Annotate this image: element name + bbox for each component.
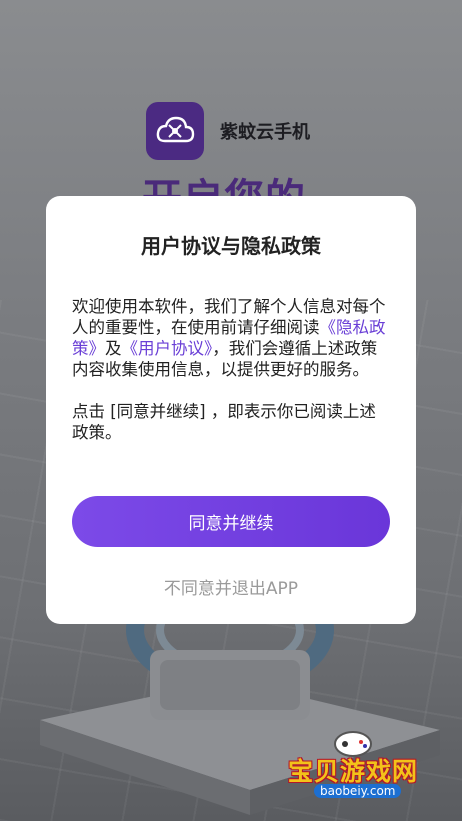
watermark-url: baobeiy.com	[314, 784, 402, 798]
brand-name: 紫蚊云手机	[220, 122, 310, 143]
watermark-title: 宝贝游戏网	[288, 757, 419, 786]
user-agreement-link[interactable]: 《用户协议》	[122, 339, 213, 358]
conjunction-text: 及	[105, 339, 122, 358]
agree-continue-button[interactable]: 同意并继续	[72, 496, 390, 547]
privacy-dialog: 用户协议与隐私政策 欢迎使用本软件，我们了解个人信息对每个人的重要性，在使用前请…	[46, 196, 416, 624]
dialog-title: 用户协议与隐私政策	[141, 234, 321, 258]
decline-exit-button[interactable]: 不同意并退出APP	[46, 574, 416, 599]
app-logo-icon	[146, 102, 204, 160]
dialog-body-paragraph: 欢迎使用本软件，我们了解个人信息对每个人的重要性，在使用前请仔细阅读《隐私政策》…	[72, 296, 392, 380]
watermark: 宝贝游戏网 baobeiy.com	[284, 728, 434, 818]
dialog-body: 欢迎使用本软件，我们了解个人信息对每个人的重要性，在使用前请仔细阅读《隐私政策》…	[72, 296, 392, 443]
brand: 紫蚊云手机	[146, 102, 310, 160]
dialog-note: 点击 [同意并继续] ，即表示你已阅读上述政策。	[72, 402, 376, 442]
